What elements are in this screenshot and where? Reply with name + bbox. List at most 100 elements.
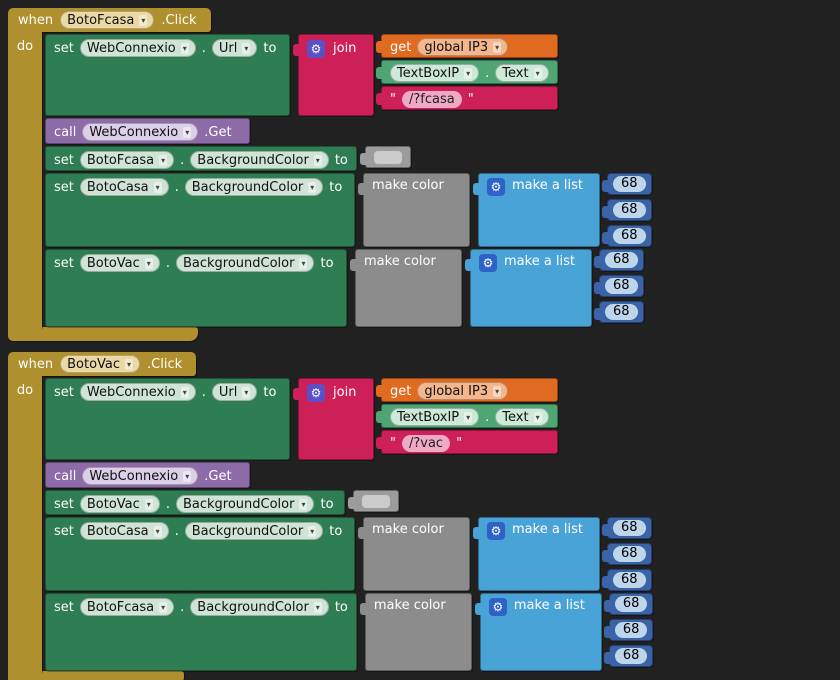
number-block[interactable]: 68 xyxy=(609,619,654,641)
join-block[interactable]: ⚙ join xyxy=(298,378,374,460)
string-value-field[interactable]: /?fcasa xyxy=(402,91,462,108)
set-url-block[interactable]: set WebConnexio▾ . Url▾ to xyxy=(45,378,290,460)
event-component-dropdown[interactable]: BotoVac ▾ xyxy=(60,355,140,373)
component-dropdown[interactable]: BotoCasa▾ xyxy=(80,178,169,196)
make-a-list-block[interactable]: ⚙ make a list xyxy=(480,593,602,671)
number-block[interactable]: 68 xyxy=(607,517,652,539)
number-block[interactable]: 68 xyxy=(607,543,652,565)
property-dropdown[interactable]: Text▾ xyxy=(495,408,548,426)
mutator-gear-icon[interactable]: ⚙ xyxy=(307,40,325,58)
statement-call-get[interactable]: call WebConnexio▾ .Get xyxy=(45,462,653,488)
component-dropdown[interactable]: BotoFcasa▾ xyxy=(80,151,174,169)
make-color-block[interactable]: make color xyxy=(363,173,470,247)
number-value[interactable]: 68 xyxy=(605,304,638,320)
statement-set-swatch[interactable]: set BotoVac▾ . BackgroundColor▾ to xyxy=(45,490,653,515)
number-block[interactable]: 68 xyxy=(607,173,652,195)
mutator-gear-icon[interactable]: ⚙ xyxy=(307,384,325,402)
statement-set-swatch[interactable]: set BotoFcasa▾ . BackgroundColor▾ to xyxy=(45,146,652,171)
join-block[interactable]: ⚙ join xyxy=(298,34,374,116)
component-dropdown[interactable]: WebConnexio▾ xyxy=(82,467,198,485)
color-light-gray-block[interactable] xyxy=(365,146,411,168)
property-dropdown[interactable]: Url▾ xyxy=(212,383,258,401)
number-block[interactable]: 68 xyxy=(607,225,652,247)
make-a-list-block[interactable]: ⚙ make a list xyxy=(470,249,592,327)
component-dropdown[interactable]: WebConnexio▾ xyxy=(80,39,196,57)
set-background-block[interactable]: set BotoFcasa▾ . BackgroundColor▾ to xyxy=(45,593,357,671)
number-value[interactable]: 68 xyxy=(613,228,646,244)
property-dropdown[interactable]: BackgroundColor▾ xyxy=(185,522,324,540)
call-block[interactable]: call WebConnexio▾ .Get xyxy=(45,462,250,488)
number-block[interactable]: 68 xyxy=(599,275,644,297)
number-block[interactable]: 68 xyxy=(609,593,654,615)
event-header[interactable]: when BotoVac ▾ .Click xyxy=(8,352,196,376)
component-dropdown[interactable]: TextBoxIP▾ xyxy=(390,408,479,426)
property-dropdown[interactable]: BackgroundColor▾ xyxy=(190,151,329,169)
component-dropdown[interactable]: BotoFcasa▾ xyxy=(80,598,174,616)
number-value[interactable]: 68 xyxy=(605,278,638,294)
text-string-block[interactable]: " /?vac " xyxy=(381,430,558,454)
property-dropdown[interactable]: BackgroundColor▾ xyxy=(190,598,329,616)
get-variable-block[interactable]: get global IP3▾ xyxy=(381,34,558,58)
make-color-block[interactable]: make color xyxy=(355,249,462,327)
make-a-list-block[interactable]: ⚙ make a list xyxy=(478,173,600,247)
component-dropdown[interactable]: WebConnexio▾ xyxy=(80,383,196,401)
make-a-list-block[interactable]: ⚙ make a list xyxy=(478,517,600,591)
number-block[interactable]: 68 xyxy=(607,569,652,591)
number-value[interactable]: 68 xyxy=(613,546,646,562)
property-dropdown[interactable]: Text▾ xyxy=(495,64,548,82)
property-dropdown[interactable]: Url▾ xyxy=(212,39,258,57)
string-value-field[interactable]: /?vac xyxy=(402,435,450,452)
event-block-botofcasa-click[interactable]: when BotoFcasa ▾ .Click do set WebConnex… xyxy=(8,8,652,341)
number-value[interactable]: 68 xyxy=(615,648,648,664)
component-dropdown[interactable]: BotoVac▾ xyxy=(80,495,160,513)
set-background-block[interactable]: set BotoVac▾ . BackgroundColor▾ to xyxy=(45,249,347,327)
component-dropdown[interactable]: WebConnexio▾ xyxy=(82,123,198,141)
make-color-block[interactable]: make color xyxy=(363,517,470,591)
set-url-block[interactable]: set WebConnexio▾ . Url▾ to xyxy=(45,34,290,116)
event-component-dropdown[interactable]: BotoFcasa ▾ xyxy=(60,11,154,29)
statement-set-url[interactable]: set WebConnexio▾ . Url▾ to ⚙ join xyxy=(45,34,652,116)
mutator-gear-icon[interactable]: ⚙ xyxy=(479,254,497,272)
number-block[interactable]: 68 xyxy=(609,645,654,667)
statement-set-makecolor[interactable]: set BotoCasa▾ . BackgroundColor▾ to make… xyxy=(45,517,653,591)
variable-dropdown[interactable]: global IP3▾ xyxy=(417,382,508,400)
blocks-workspace[interactable]: when BotoFcasa ▾ .Click do set WebConnex… xyxy=(0,0,840,680)
event-header[interactable]: when BotoFcasa ▾ .Click xyxy=(8,8,211,32)
number-value[interactable]: 68 xyxy=(613,176,646,192)
number-value[interactable]: 68 xyxy=(613,520,646,536)
component-dropdown[interactable]: BotoCasa▾ xyxy=(80,522,169,540)
component-dropdown[interactable]: TextBoxIP▾ xyxy=(390,64,479,82)
color-light-gray-block[interactable] xyxy=(353,490,399,512)
variable-dropdown[interactable]: global IP3▾ xyxy=(417,38,508,56)
get-variable-block[interactable]: get global IP3▾ xyxy=(381,378,558,402)
text-string-block[interactable]: " /?fcasa " xyxy=(381,86,558,110)
number-block[interactable]: 68 xyxy=(599,301,644,323)
set-background-block[interactable]: set BotoVac▾ . BackgroundColor▾ to xyxy=(45,490,345,515)
component-dropdown[interactable]: BotoVac▾ xyxy=(80,254,160,272)
mutator-gear-icon[interactable]: ⚙ xyxy=(489,598,507,616)
set-background-block[interactable]: set BotoCasa▾ . BackgroundColor▾ to xyxy=(45,517,355,591)
number-value[interactable]: 68 xyxy=(615,596,648,612)
number-value[interactable]: 68 xyxy=(615,622,648,638)
number-value[interactable]: 68 xyxy=(605,252,638,268)
property-dropdown[interactable]: BackgroundColor▾ xyxy=(185,178,324,196)
number-block[interactable]: 68 xyxy=(607,199,652,221)
event-block-botovac-click[interactable]: when BotoVac ▾ .Click do set WebConnexio… xyxy=(8,352,653,680)
statement-set-url[interactable]: set WebConnexio▾ . Url▾ to ⚙ join xyxy=(45,378,653,460)
number-value[interactable]: 68 xyxy=(613,202,646,218)
set-background-block[interactable]: set BotoFcasa▾ . BackgroundColor▾ to xyxy=(45,146,357,171)
call-block[interactable]: call WebConnexio▾ .Get xyxy=(45,118,250,144)
component-getter-block[interactable]: TextBoxIP▾ . Text▾ xyxy=(381,60,558,84)
statement-set-makecolor[interactable]: set BotoVac▾ . BackgroundColor▾ to make … xyxy=(45,249,652,327)
statement-call-get[interactable]: call WebConnexio▾ .Get xyxy=(45,118,652,144)
number-value[interactable]: 68 xyxy=(613,572,646,588)
property-dropdown[interactable]: BackgroundColor▾ xyxy=(176,495,315,513)
mutator-gear-icon[interactable]: ⚙ xyxy=(487,522,505,540)
mutator-gear-icon[interactable]: ⚙ xyxy=(487,178,505,196)
number-block[interactable]: 68 xyxy=(599,249,644,271)
make-color-block[interactable]: make color xyxy=(365,593,472,671)
component-getter-block[interactable]: TextBoxIP▾ . Text▾ xyxy=(381,404,558,428)
property-dropdown[interactable]: BackgroundColor▾ xyxy=(176,254,315,272)
statement-set-makecolor[interactable]: set BotoCasa▾ . BackgroundColor▾ to make… xyxy=(45,173,652,247)
set-background-block[interactable]: set BotoCasa▾ . BackgroundColor▾ to xyxy=(45,173,355,247)
